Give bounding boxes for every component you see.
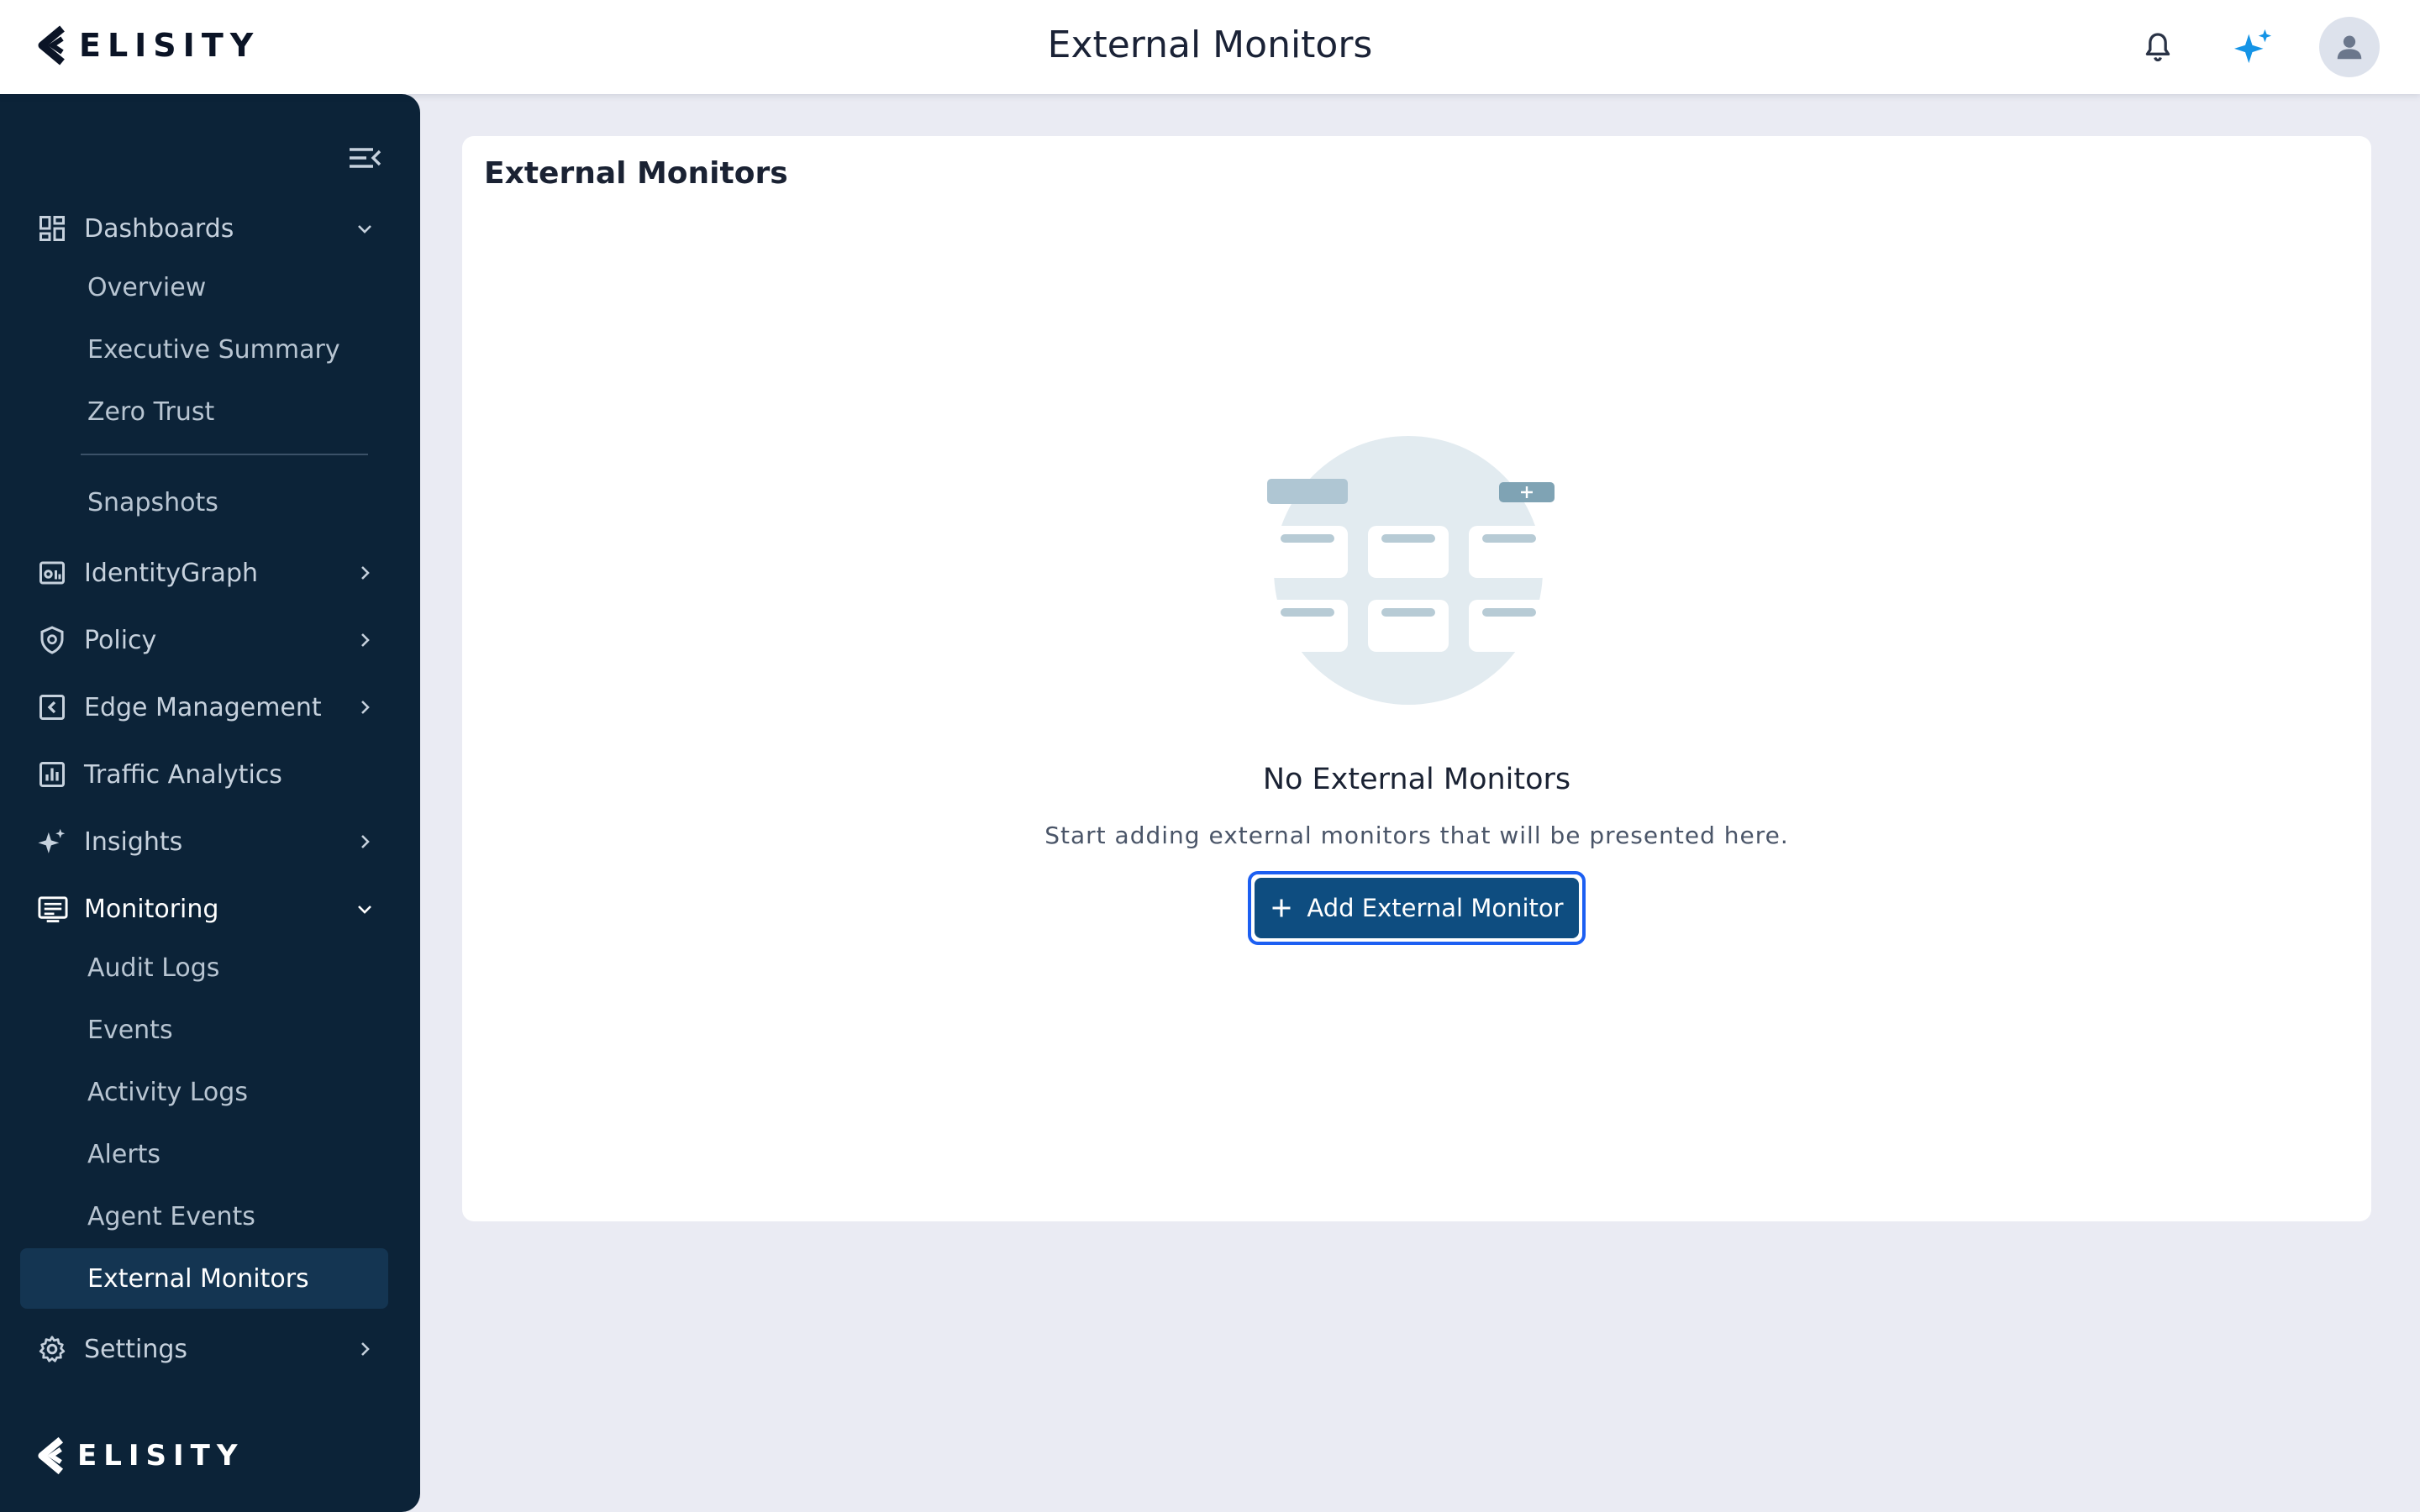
sidebar-subitem-events[interactable]: Events — [20, 1000, 388, 1060]
sidebar-item-dashboards[interactable]: Dashboards — [20, 198, 388, 259]
shield-icon — [40, 626, 64, 654]
sidebar-item-label: Dashboards — [84, 213, 234, 244]
sidebar-subitem-overview[interactable]: Overview — [20, 257, 388, 318]
sidebar-item-label: Policy — [84, 625, 157, 655]
chevron-right-icon — [361, 633, 370, 647]
sidebar-item-label: Traffic Analytics — [84, 759, 282, 790]
sidebar-item-label: IdentityGraph — [84, 558, 258, 588]
logo-text: ELISITY — [77, 1439, 245, 1473]
sidebar-subitem-zero-trust[interactable]: Zero Trust — [20, 381, 388, 442]
sidebar-elisity-logo: ELISITY — [37, 1436, 245, 1475]
chevron-right-icon — [361, 566, 370, 580]
ai-assistant-button[interactable] — [2223, 17, 2284, 77]
sidebar-item-settings[interactable]: Settings — [20, 1319, 388, 1379]
sidebar-subitem-alerts[interactable]: Alerts — [20, 1124, 388, 1184]
sidebar-item-label: Insights — [84, 827, 183, 857]
sparkle-insights-icon — [38, 828, 66, 853]
sidebar-item-edge-management[interactable]: Edge Management — [20, 677, 388, 738]
sidebar-subitem-activity-logs[interactable]: Activity Logs — [20, 1062, 388, 1122]
empty-state-description: Start adding external monitors that will… — [1044, 822, 1789, 849]
empty-state: No External Monitors Start adding extern… — [462, 432, 2371, 945]
top-bar: ELISITY External Monitors — [0, 0, 2420, 94]
notifications-button[interactable] — [2128, 17, 2188, 77]
empty-dashboard-illustration — [1267, 436, 1555, 705]
sidebar-item-traffic-analytics[interactable]: Traffic Analytics — [20, 744, 388, 805]
sidebar-item-identitygraph[interactable]: IdentityGraph — [20, 543, 388, 603]
chevron-right-icon — [361, 835, 370, 848]
sidebar-item-insights[interactable]: Insights — [20, 811, 388, 872]
gear-icon — [39, 1336, 66, 1362]
page-title: External Monitors — [1047, 24, 1373, 66]
chevron-right-icon — [361, 1342, 370, 1356]
sidebar-collapse-button[interactable] — [343, 136, 387, 180]
bell-icon — [2145, 33, 2170, 62]
sidebar-item-label: Settings — [84, 1334, 188, 1364]
bar-chart-icon — [39, 762, 65, 787]
add-external-monitor-button[interactable]: Add External Monitor — [1248, 871, 1586, 945]
sidebar-subitem-external-monitors[interactable]: External Monitors — [20, 1248, 388, 1309]
sidebar-item-label: Monitoring — [84, 894, 219, 924]
sidebar-subitem-agent-events[interactable]: Agent Events — [20, 1186, 388, 1247]
sidebar: Dashboards Overview Executive Summary Ze… — [0, 94, 420, 1512]
sidebar-subitem-executive-summary[interactable]: Executive Summary — [20, 319, 388, 380]
plus-icon — [1272, 899, 1291, 917]
user-avatar[interactable] — [2319, 17, 2380, 77]
top-actions — [2128, 17, 2380, 77]
chevron-down-icon — [358, 225, 371, 234]
external-monitors-card: External Monitors No External Monitors S… — [462, 136, 2371, 1221]
user-avatar-icon — [2337, 35, 2362, 60]
sidebar-item-label: Edge Management — [84, 692, 322, 722]
sidebar-subitem-audit-logs[interactable]: Audit Logs — [20, 937, 388, 998]
sparkle-ai-icon — [2234, 29, 2272, 64]
identity-graph-icon — [39, 561, 65, 585]
sidebar-subitem-snapshots[interactable]: Snapshots — [20, 472, 388, 533]
elisity-logo-icon — [38, 1436, 64, 1475]
empty-state-title: No External Monitors — [1262, 763, 1571, 796]
monitoring-list-icon — [38, 896, 68, 923]
edge-management-icon — [39, 695, 65, 720]
sidebar-item-policy[interactable]: Policy — [20, 610, 388, 670]
add-button-label: Add External Monitor — [1307, 894, 1564, 922]
card-title: External Monitors — [484, 156, 788, 191]
dashboard-grid-icon — [39, 216, 65, 241]
chevron-right-icon — [361, 701, 370, 714]
sidebar-divider — [81, 454, 368, 455]
menu-collapse-icon — [350, 148, 381, 168]
chevron-down-icon — [358, 906, 371, 914]
sidebar-item-monitoring[interactable]: Monitoring — [20, 879, 388, 939]
